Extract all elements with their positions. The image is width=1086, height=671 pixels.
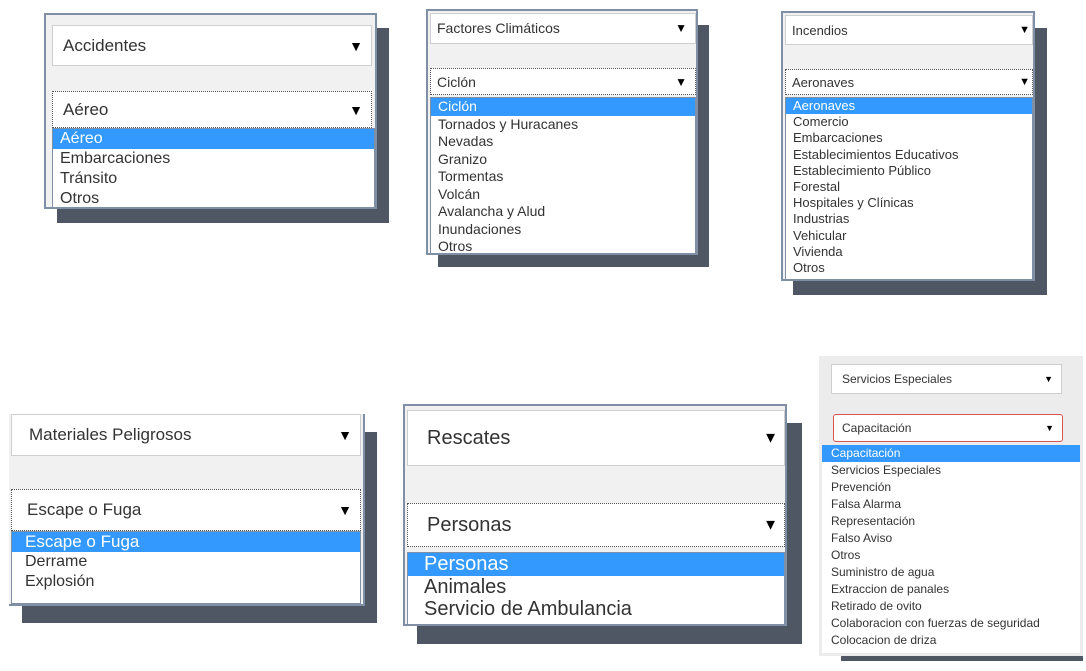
list-option[interactable]: Tornados y Huracanes — [431, 116, 695, 134]
chevron-down-icon: ▼ — [1019, 24, 1030, 36]
list-option[interactable]: Animales — [408, 576, 784, 599]
list-option[interactable]: Establecimiento Público — [786, 163, 1032, 179]
chevron-down-icon: ▼ — [338, 427, 352, 443]
list-option[interactable]: Granizo — [431, 151, 695, 169]
materiales-panel: Materiales Peligrosos ▼ Escape o Fuga ▼ … — [9, 414, 365, 606]
list-option[interactable]: Vehicular — [786, 228, 1032, 244]
incendios-category-select[interactable]: Incendios ▼ — [785, 15, 1033, 45]
accidentes-type-select[interactable]: Aéreo ▼ — [52, 91, 372, 128]
list-option[interactable]: Colaboracion con fuerzas de seguridad — [822, 615, 1080, 632]
incendios-options-list[interactable]: Aeronaves Comercio Embarcaciones Estable… — [785, 97, 1033, 279]
list-option[interactable]: Falsa Alarma — [822, 496, 1080, 513]
servicios-panel: Servicios Especiales ▼ Capacitación ▼ Ca… — [819, 356, 1083, 656]
list-option[interactable]: Colocacion de driza — [822, 632, 1080, 649]
list-option[interactable]: Establecimientos Educativos — [786, 147, 1032, 163]
incendios-type-select[interactable]: Aeronaves ▼ — [785, 69, 1033, 95]
list-option[interactable]: Servicios Especiales — [822, 462, 1080, 479]
list-option[interactable]: Forestal — [786, 179, 1032, 195]
servicios-category-value: Servicios Especiales — [842, 372, 953, 386]
list-option[interactable]: Otros — [431, 238, 695, 253]
rescates-type-select[interactable]: Personas ▼ — [407, 503, 785, 547]
list-option[interactable]: Aéreo — [53, 129, 374, 149]
list-option[interactable]: Comercio — [786, 114, 1032, 130]
list-option[interactable]: Falso Aviso — [822, 530, 1080, 547]
list-option[interactable]: Inundaciones — [431, 221, 695, 239]
incendios-panel: Incendios ▼ Aeronaves ▼ Aeronaves Comerc… — [781, 11, 1035, 281]
rescates-panel: Rescates ▼ Personas ▼ Personas Animales … — [403, 404, 787, 626]
list-option[interactable]: Derrame — [12, 552, 360, 572]
servicios-category-select[interactable]: Servicios Especiales ▼ — [831, 364, 1062, 394]
climaticos-category-select[interactable]: Factores Climáticos ▼ — [430, 13, 696, 44]
rescates-category-select[interactable]: Rescates ▼ — [407, 410, 785, 466]
incendios-type-value: Aeronaves — [792, 74, 855, 90]
list-option[interactable]: Industrias — [786, 211, 1032, 227]
rescates-category-value: Rescates — [427, 426, 511, 449]
list-option[interactable]: Representación — [822, 513, 1080, 530]
materiales-category-select[interactable]: Materiales Peligrosos ▼ — [11, 414, 361, 456]
chevron-down-icon: ▼ — [763, 516, 778, 534]
climaticos-options-list[interactable]: Ciclón Tornados y Huracanes Nevadas Gran… — [430, 97, 696, 253]
list-option[interactable]: Embarcaciones — [786, 130, 1032, 146]
list-option[interactable]: Tormentas — [431, 168, 695, 186]
climaticos-category-value: Factores Climáticos — [437, 20, 560, 36]
servicios-type-select[interactable]: Capacitación ▼ — [833, 414, 1063, 442]
accidentes-category-value: Accidentes — [63, 35, 147, 55]
list-option[interactable]: Otros — [822, 547, 1080, 564]
climaticos-type-value: Ciclón — [437, 73, 476, 90]
chevron-down-icon: ▼ — [1045, 423, 1054, 433]
chevron-down-icon: ▼ — [675, 74, 687, 89]
chevron-down-icon: ▼ — [675, 21, 687, 35]
list-option[interactable]: Otros — [786, 260, 1032, 276]
materiales-options-list[interactable]: Escape o Fuga Derrame Explosión — [11, 531, 361, 604]
list-option[interactable]: Suministro de agua — [822, 564, 1080, 581]
rescates-type-value: Personas — [427, 513, 512, 536]
list-option[interactable]: Capacitación — [822, 445, 1080, 462]
list-option[interactable]: Extraccion de panales — [822, 581, 1080, 598]
chevron-down-icon: ▼ — [1019, 76, 1030, 88]
materiales-type-select[interactable]: Escape o Fuga ▼ — [11, 489, 361, 531]
incendios-category-value: Incendios — [792, 22, 848, 38]
list-option[interactable]: Personas — [408, 553, 784, 576]
list-option[interactable]: Hospitales y Clínicas — [786, 195, 1032, 211]
accidentes-category-select[interactable]: Accidentes ▼ — [52, 25, 372, 66]
list-option[interactable]: Avalancha y Alud — [431, 203, 695, 221]
servicios-options-list[interactable]: Capacitación Servicios Especiales Preven… — [822, 445, 1080, 653]
list-option[interactable]: Vivienda — [786, 244, 1032, 260]
servicios-type-value: Capacitación — [842, 421, 912, 435]
chevron-down-icon: ▼ — [1044, 374, 1053, 384]
list-option[interactable]: Servicio de Ambulancia — [408, 598, 784, 621]
list-option[interactable]: Escape o Fuga — [12, 532, 360, 552]
chevron-down-icon: ▼ — [763, 429, 778, 447]
list-option[interactable]: Explosión — [12, 572, 360, 592]
list-option[interactable]: Prevención — [822, 479, 1080, 496]
chevron-down-icon: ▼ — [338, 502, 352, 518]
chevron-down-icon: ▼ — [349, 101, 363, 118]
list-option[interactable]: Nevadas — [431, 133, 695, 151]
rescates-options-list[interactable]: Personas Animales Servicio de Ambulancia — [407, 552, 785, 624]
climaticos-type-select[interactable]: Ciclón ▼ — [430, 68, 696, 95]
list-option[interactable]: Volcán — [431, 186, 695, 204]
accidentes-type-value: Aéreo — [63, 99, 109, 119]
list-option[interactable]: Aeronaves — [786, 98, 1032, 115]
chevron-down-icon: ▼ — [349, 37, 363, 54]
climaticos-panel: Factores Climáticos ▼ Ciclón ▼ Ciclón To… — [426, 9, 698, 255]
list-option[interactable]: Otros — [53, 189, 374, 207]
materiales-type-value: Escape o Fuga — [27, 500, 142, 519]
accidentes-panel: Accidentes ▼ Aéreo ▼ Aéreo Embarcaciones… — [44, 13, 377, 209]
list-option[interactable]: Embarcaciones — [53, 149, 374, 169]
list-option[interactable]: Tránsito — [53, 169, 374, 189]
accidentes-options-list[interactable]: Aéreo Embarcaciones Tránsito Otros — [52, 128, 375, 207]
list-option[interactable]: Ciclón — [431, 98, 695, 116]
materiales-category-value: Materiales Peligrosos — [29, 425, 192, 444]
list-option[interactable]: Retirado de ovito — [822, 598, 1080, 615]
